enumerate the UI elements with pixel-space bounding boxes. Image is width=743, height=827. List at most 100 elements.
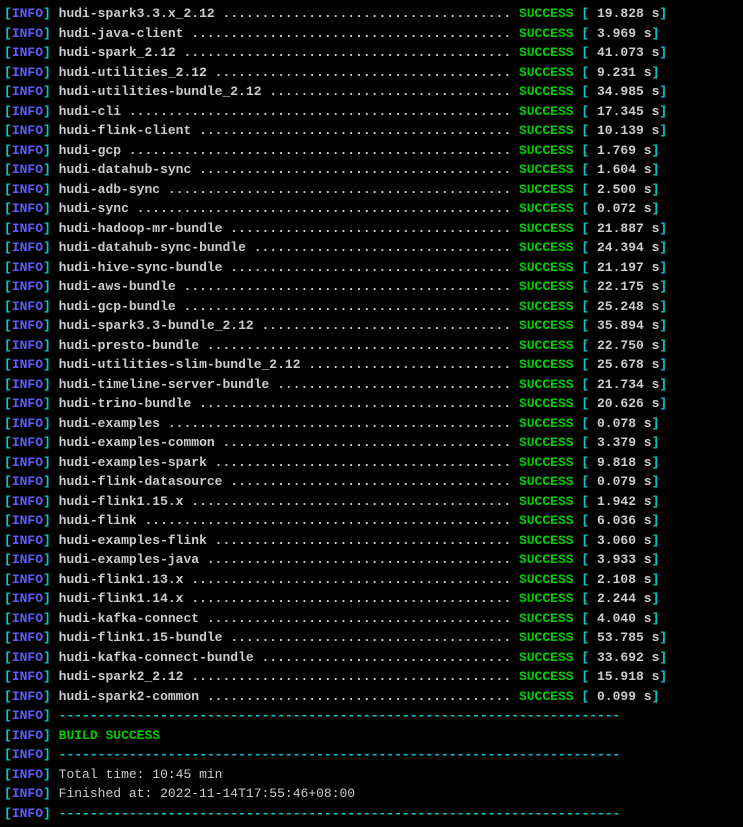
module-name: hudi-examples-spark ....................… bbox=[59, 455, 511, 470]
module-time: 4.040 s bbox=[589, 611, 651, 626]
module-line: [INFO] hudi-examples-java ..............… bbox=[4, 550, 739, 570]
module-status: SUCCESS bbox=[519, 240, 574, 255]
module-time: 10.139 s bbox=[589, 123, 659, 138]
separator-line: [INFO] ---------------------------------… bbox=[4, 706, 739, 726]
module-line: [INFO] hudi-flink1.14.x ................… bbox=[4, 589, 739, 609]
module-name: hudi-spark3.3.x_2.12 ...................… bbox=[59, 6, 511, 21]
module-line: [INFO] hudi-kafka-connect-bundle .......… bbox=[4, 648, 739, 668]
module-time: 3.379 s bbox=[589, 435, 651, 450]
module-status: SUCCESS bbox=[519, 221, 574, 236]
module-time: 15.918 s bbox=[589, 669, 659, 684]
module-line: [INFO] hudi-examples ...................… bbox=[4, 414, 739, 434]
module-status: SUCCESS bbox=[519, 474, 574, 489]
module-time: 1.604 s bbox=[589, 162, 651, 177]
module-name: hudi-flink1.13.x .......................… bbox=[59, 572, 511, 587]
module-line: [INFO] hudi-utilities-bundle_2.12 ......… bbox=[4, 82, 739, 102]
module-status: SUCCESS bbox=[519, 572, 574, 587]
module-status: SUCCESS bbox=[519, 357, 574, 372]
module-status: SUCCESS bbox=[519, 143, 574, 158]
module-time: 3.933 s bbox=[589, 552, 651, 567]
module-status: SUCCESS bbox=[519, 611, 574, 626]
module-time: 34.985 s bbox=[589, 84, 659, 99]
module-line: [INFO] hudi-datahub-sync-bundle ........… bbox=[4, 238, 739, 258]
module-name: hudi-presto-bundle .....................… bbox=[59, 338, 511, 353]
module-line: [INFO] hudi-spark2-common ..............… bbox=[4, 687, 739, 707]
module-line: [INFO] hudi-examples-flink .............… bbox=[4, 531, 739, 551]
module-status: SUCCESS bbox=[519, 84, 574, 99]
module-time: 2.500 s bbox=[589, 182, 651, 197]
module-line: [INFO] hudi-hadoop-mr-bundle ...........… bbox=[4, 219, 739, 239]
module-line: [INFO] hudi-kafka-connect ..............… bbox=[4, 609, 739, 629]
module-name: hudi-sync ..............................… bbox=[59, 201, 511, 216]
module-name: hudi-hive-sync-bundle ..................… bbox=[59, 260, 511, 275]
module-time: 3.060 s bbox=[589, 533, 651, 548]
module-status: SUCCESS bbox=[519, 630, 574, 645]
module-name: hudi-spark3.3-bundle_2.12 ..............… bbox=[59, 318, 511, 333]
module-time: 21.887 s bbox=[589, 221, 659, 236]
module-status: SUCCESS bbox=[519, 513, 574, 528]
module-name: hudi-kafka-connect .....................… bbox=[59, 611, 511, 626]
module-time: 20.626 s bbox=[589, 396, 659, 411]
module-time: 6.036 s bbox=[589, 513, 651, 528]
module-status: SUCCESS bbox=[519, 455, 574, 470]
module-line: [INFO] hudi-spark3.3.x_2.12 ............… bbox=[4, 4, 739, 24]
module-status: SUCCESS bbox=[519, 533, 574, 548]
module-name: hudi-examples ..........................… bbox=[59, 416, 511, 431]
maven-build-output: [INFO] hudi-spark3.3.x_2.12 ............… bbox=[4, 4, 739, 823]
module-name: hudi-adb-sync ..........................… bbox=[59, 182, 511, 197]
module-status: SUCCESS bbox=[519, 591, 574, 606]
module-line: [INFO] hudi-java-client ................… bbox=[4, 24, 739, 44]
module-line: [INFO] hudi-flink-datasource ...........… bbox=[4, 472, 739, 492]
module-line: [INFO] hudi-sync .......................… bbox=[4, 199, 739, 219]
module-line: [INFO] hudi-flink1.13.x ................… bbox=[4, 570, 739, 590]
module-time: 0.072 s bbox=[589, 201, 651, 216]
module-status: SUCCESS bbox=[519, 182, 574, 197]
module-name: hudi-spark2-common .....................… bbox=[59, 689, 511, 704]
module-time: 25.248 s bbox=[589, 299, 659, 314]
module-name: hudi-utilities-bundle_2.12 .............… bbox=[59, 84, 511, 99]
module-status: SUCCESS bbox=[519, 494, 574, 509]
module-name: hudi-flink .............................… bbox=[59, 513, 511, 528]
module-status: SUCCESS bbox=[519, 435, 574, 450]
module-time: 24.394 s bbox=[589, 240, 659, 255]
build-status-line: [INFO] BUILD SUCCESS bbox=[4, 726, 739, 746]
module-status: SUCCESS bbox=[519, 669, 574, 684]
separator-line: [INFO] ---------------------------------… bbox=[4, 745, 739, 765]
module-name: hudi-timeline-server-bundle ............… bbox=[59, 377, 511, 392]
module-time: 25.678 s bbox=[589, 357, 659, 372]
module-time: 0.079 s bbox=[589, 474, 651, 489]
module-time: 53.785 s bbox=[589, 630, 659, 645]
module-status: SUCCESS bbox=[519, 123, 574, 138]
module-name: hudi-kafka-connect-bundle ..............… bbox=[59, 650, 511, 665]
module-line: [INFO] hudi-hive-sync-bundle ...........… bbox=[4, 258, 739, 278]
module-time: 2.108 s bbox=[589, 572, 651, 587]
module-status: SUCCESS bbox=[519, 338, 574, 353]
module-time: 1.942 s bbox=[589, 494, 651, 509]
module-status: SUCCESS bbox=[519, 26, 574, 41]
module-line: [INFO] hudi-timeline-server-bundle .....… bbox=[4, 375, 739, 395]
module-name: hudi-aws-bundle ........................… bbox=[59, 279, 511, 294]
module-time: 22.750 s bbox=[589, 338, 659, 353]
module-time: 9.818 s bbox=[589, 455, 651, 470]
module-line: [INFO] hudi-utilities-slim-bundle_2.12 .… bbox=[4, 355, 739, 375]
module-name: hudi-examples-common ...................… bbox=[59, 435, 511, 450]
module-time: 2.244 s bbox=[589, 591, 651, 606]
module-line: [INFO] hudi-cli ........................… bbox=[4, 102, 739, 122]
module-time: 9.231 s bbox=[589, 65, 651, 80]
module-time: 22.175 s bbox=[589, 279, 659, 294]
module-name: hudi-flink1.14.x .......................… bbox=[59, 591, 511, 606]
module-time: 0.078 s bbox=[589, 416, 651, 431]
module-time: 21.197 s bbox=[589, 260, 659, 275]
module-line: [INFO] hudi-examples-spark .............… bbox=[4, 453, 739, 473]
module-line: [INFO] hudi-trino-bundle ...............… bbox=[4, 394, 739, 414]
module-status: SUCCESS bbox=[519, 6, 574, 21]
module-name: hudi-hadoop-mr-bundle ..................… bbox=[59, 221, 511, 236]
module-name: hudi-gcp-bundle ........................… bbox=[59, 299, 511, 314]
module-line: [INFO] hudi-aws-bundle .................… bbox=[4, 277, 739, 297]
module-time: 19.828 s bbox=[589, 6, 659, 21]
module-line: [INFO] hudi-datahub-sync ...............… bbox=[4, 160, 739, 180]
module-status: SUCCESS bbox=[519, 396, 574, 411]
module-name: hudi-spark_2.12 ........................… bbox=[59, 45, 511, 60]
module-name: hudi-flink1.15.x .......................… bbox=[59, 494, 511, 509]
module-name: hudi-flink-datasource ..................… bbox=[59, 474, 511, 489]
